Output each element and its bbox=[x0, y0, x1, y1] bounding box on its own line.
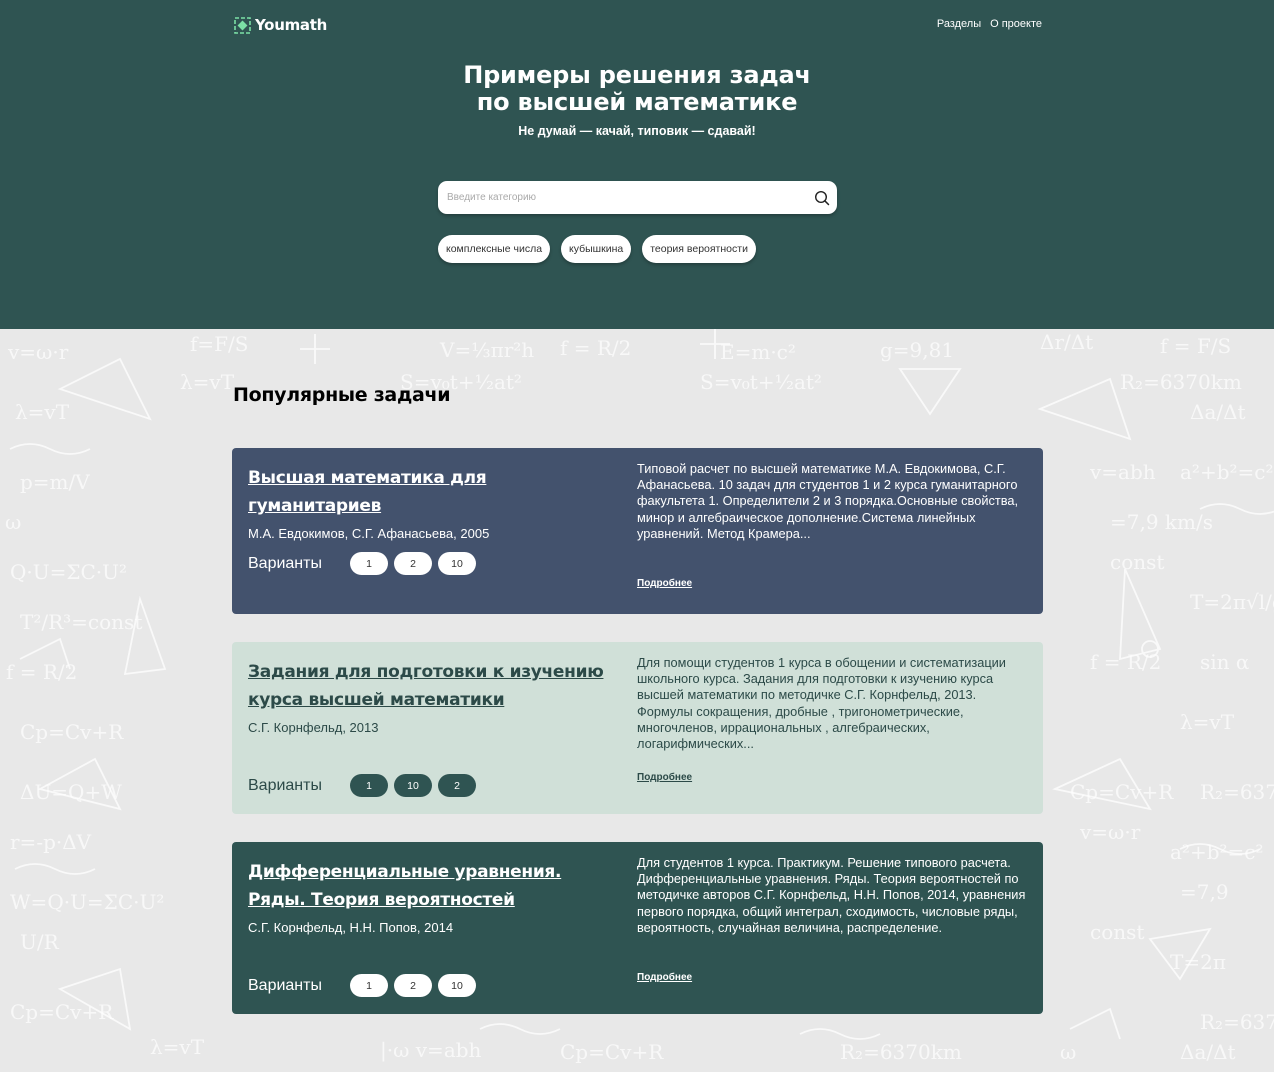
tag-probability-theory[interactable]: теория вероятности bbox=[642, 235, 756, 263]
card-authors: С.Г. Корнфельд, Н.Н. Попов, 2014 bbox=[248, 920, 454, 935]
hero-header: Youmath Разделы О проекте Примеры решени… bbox=[0, 0, 1274, 329]
hero-title-line2: по высшей математике bbox=[476, 88, 798, 116]
variant-button[interactable]: 1 bbox=[350, 552, 388, 575]
card-variants: Варианты 1 10 2 bbox=[248, 774, 482, 797]
variants-label: Варианты bbox=[248, 976, 322, 994]
task-card: Дифференциальные уравнения. Ряды. Теория… bbox=[232, 842, 1043, 1014]
svg-text:Δa/Δt: Δa/Δt bbox=[1190, 400, 1246, 424]
task-card: Задания для подготовки к изучению курса … bbox=[232, 642, 1043, 814]
card-authors: М.А. Евдокимов, С.Г. Афанасьева, 2005 bbox=[248, 526, 490, 541]
svg-text:Cp=Cv+R: Cp=Cv+R bbox=[10, 1000, 114, 1024]
svg-text:T²/R³=const: T²/R³=const bbox=[20, 610, 142, 634]
svg-text:U/R: U/R bbox=[20, 930, 60, 954]
variant-button[interactable]: 2 bbox=[438, 774, 476, 797]
svg-text:p=m/V: p=m/V bbox=[20, 470, 90, 494]
section-title: Популярные задачи bbox=[233, 384, 451, 406]
svg-text:const: const bbox=[1110, 550, 1164, 574]
card-title-link[interactable]: Дифференциальные уравнения. Ряды. Теория… bbox=[248, 858, 618, 914]
variant-button[interactable]: 10 bbox=[438, 974, 476, 997]
svg-text:ω: ω bbox=[1060, 1040, 1076, 1064]
tag-kubyshkina[interactable]: кубышкина bbox=[561, 235, 632, 263]
svg-text:v=ω·r: v=ω·r bbox=[1079, 820, 1141, 844]
svg-text:Δr/Δt: Δr/Δt bbox=[1040, 330, 1093, 354]
card-authors: С.Г. Корнфельд, 2013 bbox=[248, 720, 379, 735]
svg-text:v=abh: v=abh bbox=[1089, 460, 1156, 484]
svg-text:λ=vT: λ=vT bbox=[150, 1035, 205, 1059]
hero-title: Примеры решения задач по высшей математи… bbox=[0, 62, 1274, 116]
svg-text:ω: ω bbox=[5, 510, 21, 534]
svg-text:Cp=Cv+R: Cp=Cv+R bbox=[20, 720, 124, 744]
variant-button[interactable]: 1 bbox=[350, 774, 388, 797]
svg-text:f = R/2: f = R/2 bbox=[1090, 650, 1161, 674]
svg-text:=7,9: =7,9 bbox=[1180, 880, 1229, 904]
svg-text:v=ω·r: v=ω·r bbox=[7, 340, 69, 364]
svg-text:V=⅓πr²h: V=⅓πr²h bbox=[439, 338, 534, 362]
more-link[interactable]: Подробнее bbox=[637, 772, 692, 783]
svg-text:R₂=6370km: R₂=6370km bbox=[1120, 370, 1242, 394]
card-title-link[interactable]: Задания для подготовки к изучению курса … bbox=[248, 658, 618, 714]
card-variants: Варианты 1 2 10 bbox=[248, 552, 482, 575]
card-description: Типовой расчет по высшей математике М.А.… bbox=[637, 461, 1019, 541]
variant-button[interactable]: 10 bbox=[438, 552, 476, 575]
svg-text:λ=vT: λ=vT bbox=[15, 400, 70, 424]
svg-text:S=v₀t+½at²: S=v₀t+½at² bbox=[700, 370, 822, 394]
svg-text:ΔU=Q+W: ΔU=Q+W bbox=[20, 780, 122, 804]
search-icon[interactable] bbox=[807, 183, 837, 213]
svg-text:f = R/2: f = R/2 bbox=[6, 660, 77, 684]
svg-text:a²+b²=c²: a²+b²=c² bbox=[1180, 460, 1274, 484]
card-info: Задания для подготовки к изучению курса … bbox=[248, 658, 618, 735]
svg-text:λ=vT: λ=vT bbox=[180, 370, 235, 394]
card-description: Для студентов 1 курса. Практикум. Решени… bbox=[637, 855, 1026, 935]
svg-text:Δa/Δt: Δa/Δt bbox=[1180, 1040, 1236, 1064]
card-variants: Варианты 1 2 10 bbox=[248, 974, 482, 997]
more-link[interactable]: Подробнее bbox=[637, 578, 692, 589]
svg-text:R₂=6370km: R₂=6370km bbox=[1200, 1010, 1274, 1034]
nav-about-link[interactable]: О проекте bbox=[990, 18, 1042, 30]
popular-section: v=ω·r f=F/S V=⅓πr²h f = R/2 E=m·c² g=9,8… bbox=[0, 329, 1274, 1072]
variants-label: Варианты bbox=[248, 776, 322, 794]
variant-button[interactable]: 2 bbox=[394, 974, 432, 997]
more-link[interactable]: Подробнее bbox=[637, 972, 692, 983]
svg-text:f = R/2: f = R/2 bbox=[560, 336, 631, 360]
card-info: Высшая математика для гуманитариев М.А. … bbox=[248, 464, 618, 541]
nav-sections-link[interactable]: Разделы bbox=[937, 18, 981, 30]
svg-text:W=Q·U=ΣC·U²: W=Q·U=ΣC·U² bbox=[10, 890, 164, 914]
hero-title-line1: Примеры решения задач bbox=[463, 61, 811, 89]
svg-text:const: const bbox=[1090, 920, 1144, 944]
logo[interactable]: Youmath bbox=[234, 16, 327, 34]
logo-text: Youmath bbox=[255, 16, 327, 34]
variant-button[interactable]: 1 bbox=[350, 974, 388, 997]
svg-text:g=9,81: g=9,81 bbox=[880, 338, 954, 362]
svg-text:R₂=6370km: R₂=6370km bbox=[1200, 780, 1274, 804]
variants-label: Варианты bbox=[248, 554, 322, 572]
svg-text:Q·U=ΣC·U²: Q·U=ΣC·U² bbox=[10, 560, 127, 584]
hero-subtitle: Не думай — качай, типовик — сдавай! bbox=[518, 124, 756, 138]
variant-button[interactable]: 2 bbox=[394, 552, 432, 575]
svg-text:R₂=6370km: R₂=6370km bbox=[840, 1040, 962, 1064]
logo-icon bbox=[234, 16, 251, 34]
svg-text:f=F/S: f=F/S bbox=[190, 332, 248, 356]
svg-text:E=m·c²: E=m·c² bbox=[720, 340, 796, 364]
svg-text:f = F/S: f = F/S bbox=[1160, 334, 1231, 358]
search-input[interactable] bbox=[438, 181, 807, 214]
svg-text:=7,9 km/s: =7,9 km/s bbox=[1110, 510, 1213, 534]
svg-text:T=2π: T=2π bbox=[1170, 950, 1226, 974]
svg-text:|·ω v=abh: |·ω v=abh bbox=[380, 1038, 482, 1063]
card-description: Для помощи студентов 1 курса в обощении … bbox=[637, 655, 1006, 752]
search-bar bbox=[438, 181, 837, 214]
task-card: Высшая математика для гуманитариев М.А. … bbox=[232, 448, 1043, 614]
svg-text:a²+b²=c²: a²+b²=c² bbox=[1170, 840, 1264, 864]
variant-button[interactable]: 10 bbox=[394, 774, 432, 797]
svg-text:T=2π√l/g: T=2π√l/g bbox=[1190, 590, 1274, 614]
tag-list: комплексные числа кубышкина теория вероя… bbox=[438, 235, 756, 263]
svg-text:r=-p·ΔV: r=-p·ΔV bbox=[10, 830, 92, 854]
svg-text:Cp=Cv+R: Cp=Cv+R bbox=[1070, 780, 1174, 804]
card-info: Дифференциальные уравнения. Ряды. Теория… bbox=[248, 858, 618, 935]
card-title-link[interactable]: Высшая математика для гуманитариев bbox=[248, 464, 618, 520]
top-nav: Разделы О проекте bbox=[937, 18, 1042, 30]
tag-complex-numbers[interactable]: комплексные числа bbox=[438, 235, 551, 263]
svg-text:sin α: sin α bbox=[1200, 650, 1249, 674]
svg-text:Cp=Cv+R: Cp=Cv+R bbox=[560, 1040, 664, 1064]
svg-text:λ=vT: λ=vT bbox=[1180, 710, 1235, 734]
